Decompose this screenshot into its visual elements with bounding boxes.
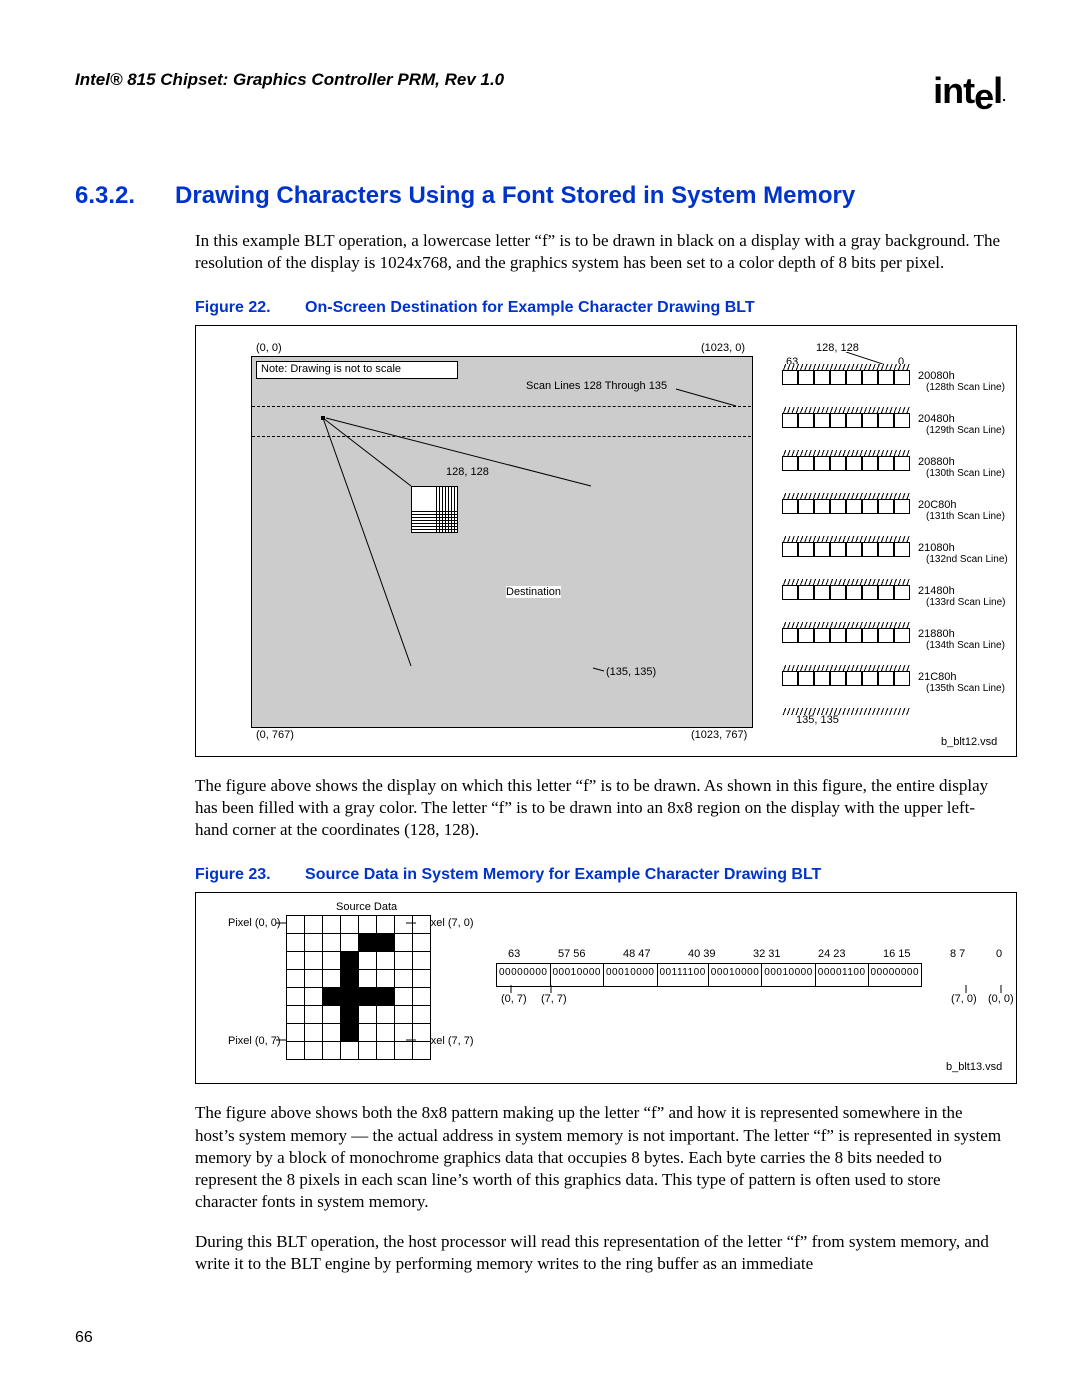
bit-strip: 00000000 00010000 00010000 00111100 0001…: [496, 963, 922, 987]
bit-8-7: 8 7: [950, 948, 965, 960]
figure-23-number: Figure 23.: [195, 866, 271, 883]
intel-logo: intel.: [933, 70, 1005, 112]
coord-0-767: (0, 767): [256, 729, 294, 741]
intro-paragraph: In this example BLT operation, a lowerca…: [195, 230, 1005, 274]
source-data-label: Source Data: [336, 901, 397, 913]
figure-23-vsd: b_blt13.vsd: [946, 1061, 1002, 1073]
addr-5: 21480h: [918, 585, 955, 597]
under-7-7: (7, 7): [541, 993, 567, 1005]
pixel-0-0: Pixel (0, 0): [228, 917, 281, 929]
para-4: During this BLT operation, the host proc…: [195, 1231, 1005, 1275]
addr-6: 21880h: [918, 628, 955, 640]
bit-48-47: 48 47: [623, 948, 651, 960]
addr-0: 20080h: [918, 370, 955, 382]
right-135-135: 135, 135: [796, 714, 839, 726]
section-number: 6.3.2.: [75, 182, 135, 210]
bit-40-39: 40 39: [688, 948, 716, 960]
under-7-0: (7, 0): [951, 993, 977, 1005]
para-2: The figure above shows the display on wh…: [195, 775, 1005, 841]
figure-23: Source Data Pixel (0, 0) Pixel (7, 0) Pi…: [195, 892, 1017, 1084]
bit-57-56: 57 56: [558, 948, 586, 960]
addr-2: 20880h: [918, 456, 955, 468]
figure-22-title: On-Screen Destination for Example Charac…: [305, 299, 755, 316]
scanline-7: (135th Scan Line): [926, 683, 1005, 694]
pixel-0-7: Pixel (0, 7): [228, 1035, 281, 1047]
addr-4: 21080h: [918, 542, 955, 554]
scanline-5: (133rd Scan Line): [926, 597, 1006, 608]
figure-22-number: Figure 22.: [195, 299, 271, 316]
bit-0: 0: [996, 948, 1002, 960]
coord-1023-767: (1023, 767): [691, 729, 747, 741]
scanline-0: (128th Scan Line): [926, 382, 1005, 393]
para-3: The figure above shows both the 8x8 patt…: [195, 1102, 1005, 1212]
scanline-2: (130th Scan Line): [926, 468, 1005, 479]
bit-24-23: 24 23: [818, 948, 846, 960]
under-0-7: (0, 7): [501, 993, 527, 1005]
addr-3: 20C80h: [918, 499, 957, 511]
under-0-0: (0, 0): [988, 993, 1014, 1005]
bit-32-31: 32 31: [753, 948, 781, 960]
scanline-4: (132nd Scan Line): [926, 554, 1008, 565]
bit-63: 63: [508, 948, 520, 960]
bit-16-15: 16 15: [883, 948, 911, 960]
scanline-1: (129th Scan Line): [926, 425, 1005, 436]
scanline-3: (131th Scan Line): [926, 511, 1005, 522]
figure-23-title: Source Data in System Memory for Example…: [305, 866, 821, 883]
figure-22-vsd: b_blt12.vsd: [941, 736, 997, 748]
addr-7: 21C80h: [918, 671, 957, 683]
scanline-6: (134th Scan Line): [926, 640, 1005, 651]
doc-title: Intel® 815 Chipset: Graphics Controller …: [75, 70, 504, 90]
page-number: 66: [75, 1329, 93, 1347]
addr-1: 20480h: [918, 413, 955, 425]
section-title: Drawing Characters Using a Font Stored i…: [175, 182, 855, 210]
figure-22: (0, 0) (1023, 0) (0, 767) (1023, 767) No…: [195, 325, 1017, 757]
